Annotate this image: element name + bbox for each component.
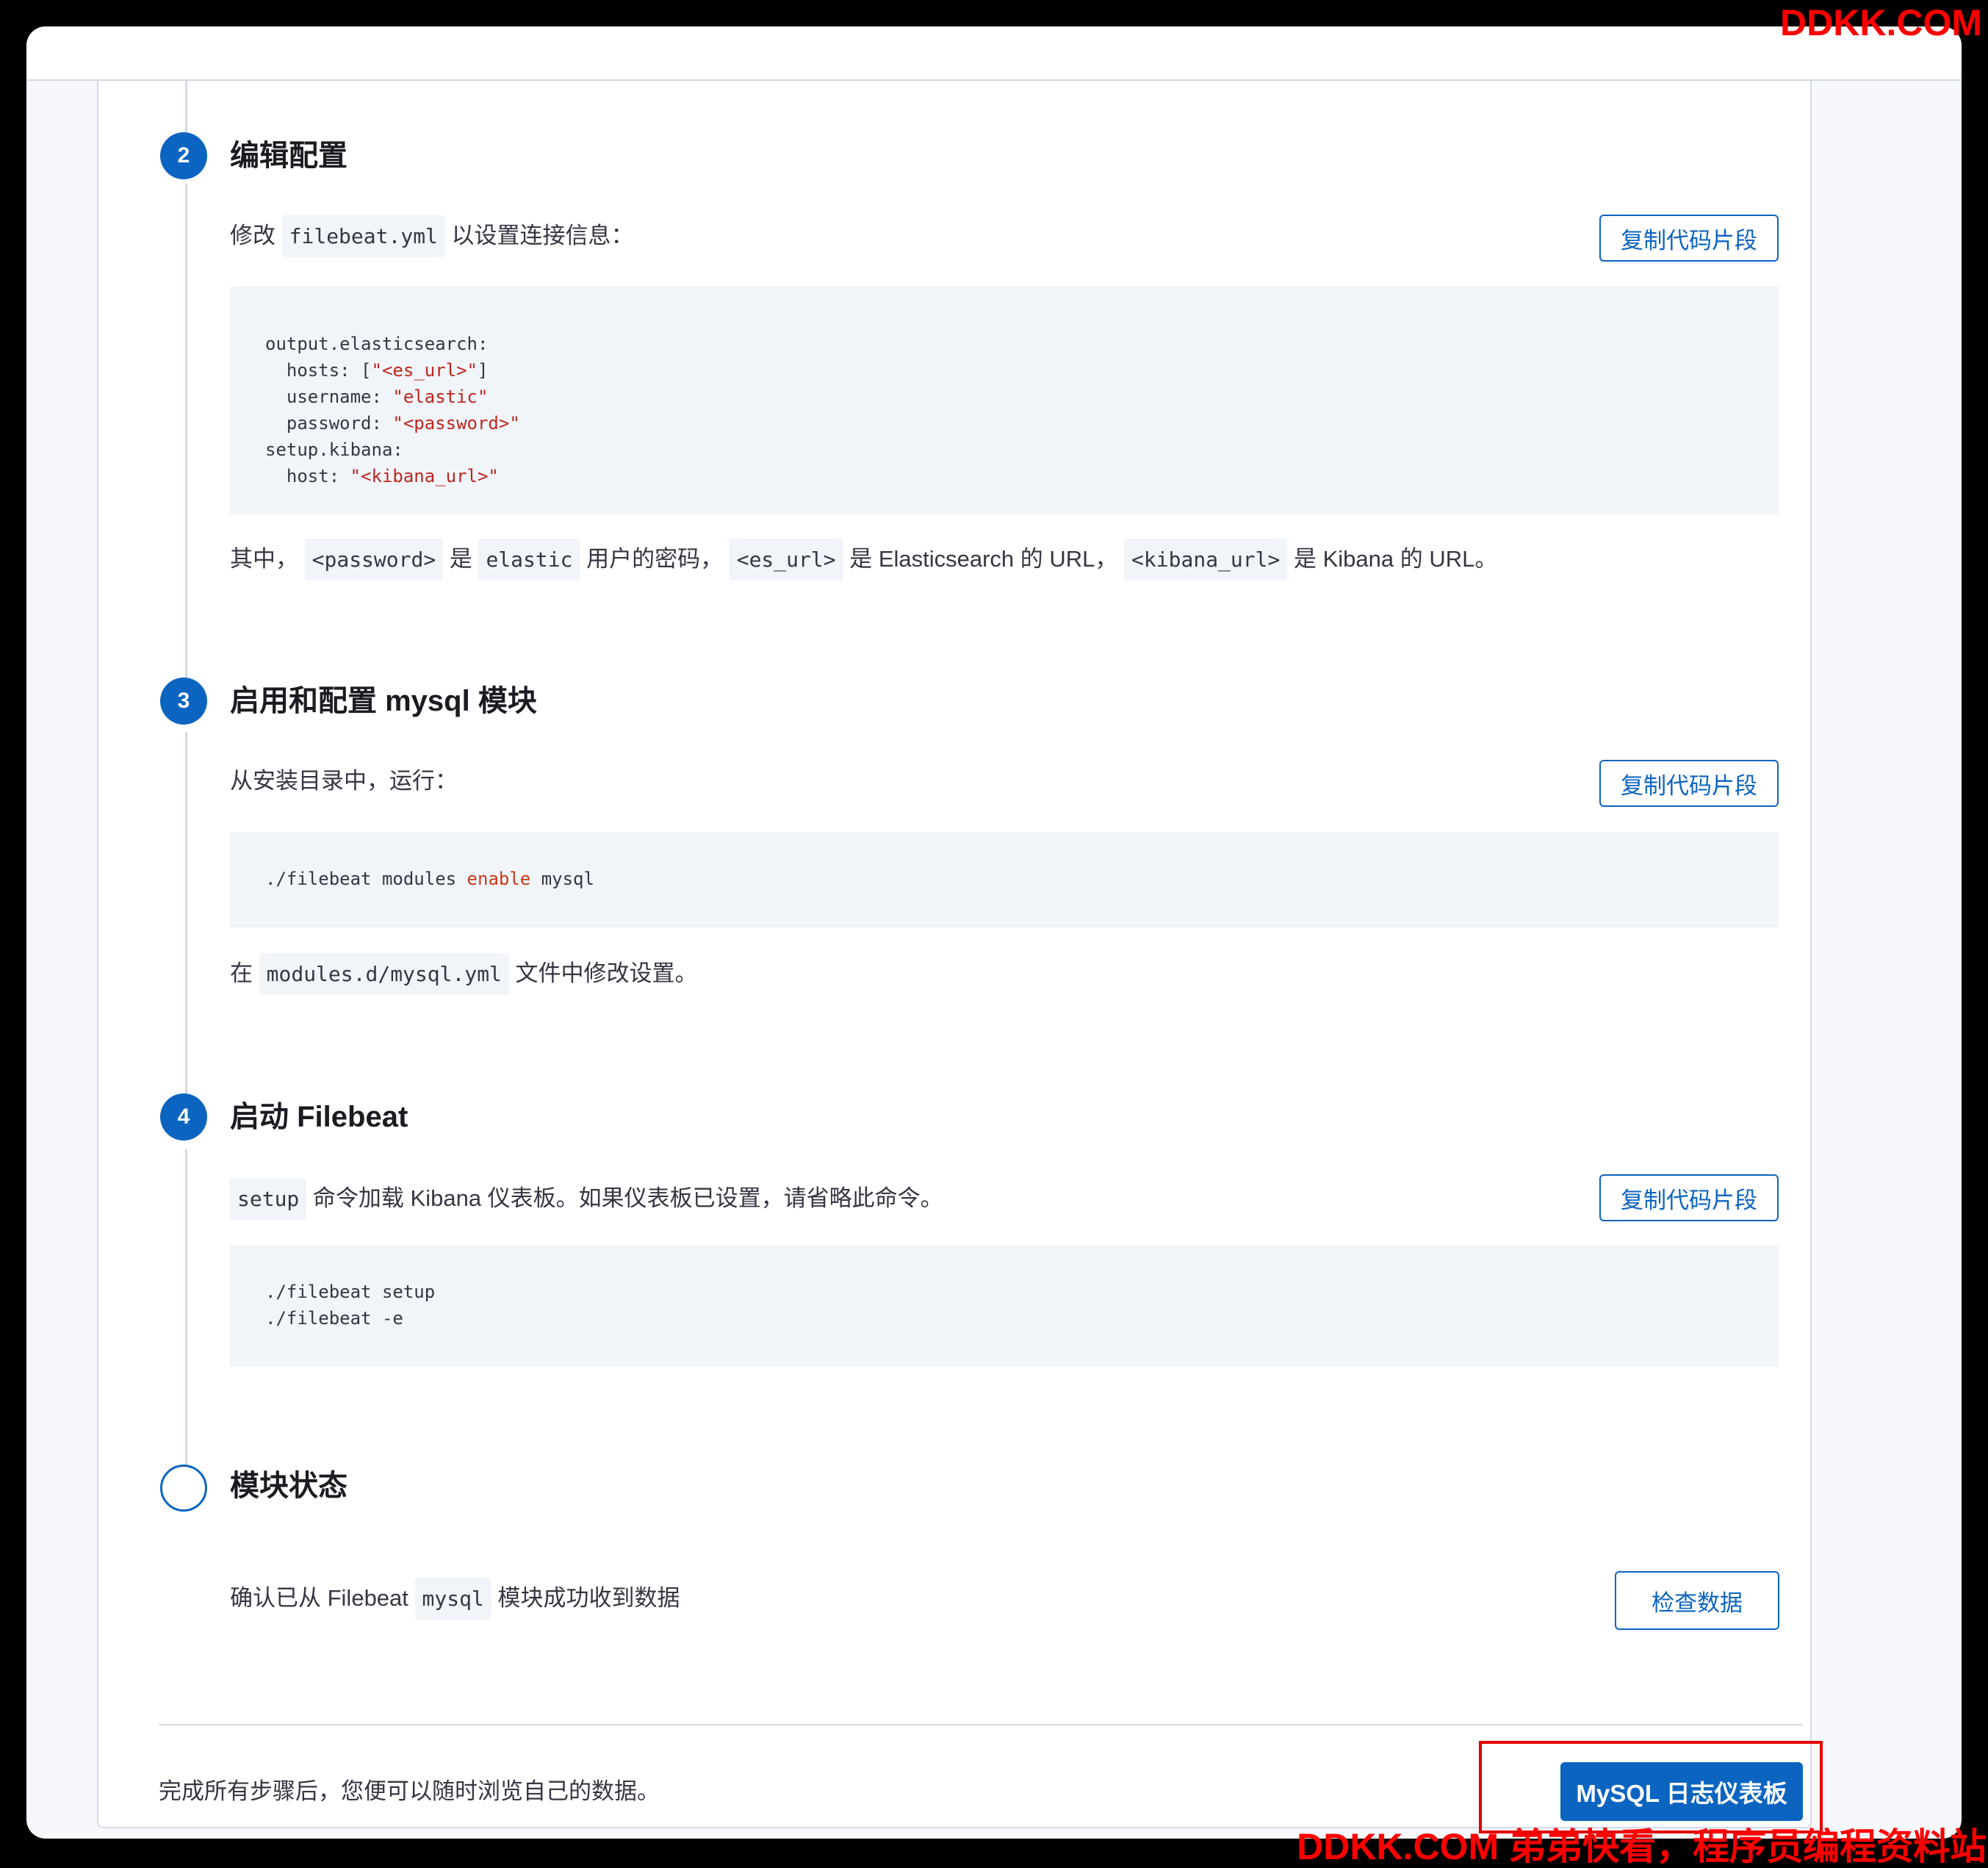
note-text: 用户的密码， xyxy=(586,546,724,572)
kibana-url-code: <kibana_url> xyxy=(1124,539,1288,581)
step-2-intro-suffix: 以设置连接信息： xyxy=(451,223,634,248)
step-2-note: 其中， <password> 是 elastic 用户的密码， <es_url>… xyxy=(230,539,1498,581)
note-text: 是 xyxy=(449,546,472,572)
timeline-connector xyxy=(185,184,187,691)
status-step-circle xyxy=(160,1465,207,1512)
footer-text: 完成所有步骤后，您便可以随时浏览自己的数据。 xyxy=(159,1778,660,1804)
note-text: 是 Kibana 的 URL。 xyxy=(1293,546,1498,572)
app-window: 2 编辑配置 修改 filebeat.yml 以设置连接信息： 复制代码片段 o… xyxy=(26,26,1962,1839)
step-number-3: 3 xyxy=(160,678,207,725)
enable-module-code-block[interactable]: ./filebeat modules enable mysql xyxy=(230,832,1779,927)
step-number-4: 4 xyxy=(160,1093,207,1140)
config-code: output.elasticsearch: hosts: ["<es_url>"… xyxy=(265,334,520,486)
module-status-title: 模块状态 xyxy=(230,1470,347,1502)
copy-snippet-button-step-4[interactable]: 复制代码片段 xyxy=(1599,1174,1779,1221)
start-filebeat-code: ./filebeat setup ./filebeat -e xyxy=(265,1282,436,1329)
enable-module-code: ./filebeat modules enable mysql xyxy=(265,869,594,889)
note-text: 是 Elasticsearch 的 URL， xyxy=(849,546,1118,572)
start-filebeat-code-block[interactable]: ./filebeat setup ./filebeat -e xyxy=(230,1245,1779,1367)
copy-snippet-button-step-2[interactable]: 复制代码片段 xyxy=(1599,215,1779,262)
note-text: 文件中修改设置。 xyxy=(515,960,698,986)
annotation-highlight-box xyxy=(1479,1741,1823,1833)
step-3-title: 启用和配置 mysql 模块 xyxy=(230,685,537,717)
note-text: 在 xyxy=(230,960,253,986)
step-4-title: 启动 Filebeat xyxy=(230,1101,408,1133)
mysql-yml-code: modules.d/mysql.yml xyxy=(259,953,509,995)
step-2-intro-prefix: 修改 xyxy=(230,223,275,248)
filebeat-yml-code: filebeat.yml xyxy=(281,215,445,257)
step-2-title: 编辑配置 xyxy=(230,140,347,172)
watermark-top: DDKK.COM xyxy=(1780,2,1982,43)
config-code-block[interactable]: output.elasticsearch: hosts: ["<es_url>"… xyxy=(230,287,1779,514)
watermark-bottom: DDKK.COM 弟弟快看，程序员编程资料站 xyxy=(1297,1826,1987,1867)
step-4-intro: setup 命令加载 Kibana 仪表板。如果仪表板已设置，请省略此命令。 xyxy=(230,1178,943,1220)
step-4-intro-text: 命令加载 Kibana 仪表板。如果仪表板已设置，请省略此命令。 xyxy=(312,1185,943,1211)
step-3-intro: 从安装目录中，运行： xyxy=(230,768,458,794)
setup-code: setup xyxy=(230,1178,307,1220)
top-header-bar xyxy=(26,26,1962,81)
footer-divider xyxy=(159,1724,1803,1725)
module-status-text: 确认已从 Filebeat mysql 模块成功收到数据 xyxy=(230,1578,680,1620)
es-url-code: <es_url> xyxy=(729,539,843,581)
password-code: <password> xyxy=(304,539,444,581)
status-text: 模块成功收到数据 xyxy=(497,1585,680,1611)
elastic-code: elastic xyxy=(478,539,580,581)
step-number-2: 2 xyxy=(160,132,207,179)
check-data-button[interactable]: 检查数据 xyxy=(1615,1571,1779,1630)
timeline-connector xyxy=(185,1149,187,1473)
status-text: 确认已从 Filebeat xyxy=(230,1585,408,1611)
step-3-note: 在 modules.d/mysql.yml 文件中修改设置。 xyxy=(230,953,698,995)
step-2-intro: 修改 filebeat.yml 以设置连接信息： xyxy=(230,215,634,257)
note-text: 其中， xyxy=(230,546,298,572)
timeline-connector xyxy=(185,81,187,134)
mysql-code: mysql xyxy=(414,1578,491,1620)
timeline-connector xyxy=(185,732,187,1107)
copy-snippet-button-step-3[interactable]: 复制代码片段 xyxy=(1599,760,1779,807)
